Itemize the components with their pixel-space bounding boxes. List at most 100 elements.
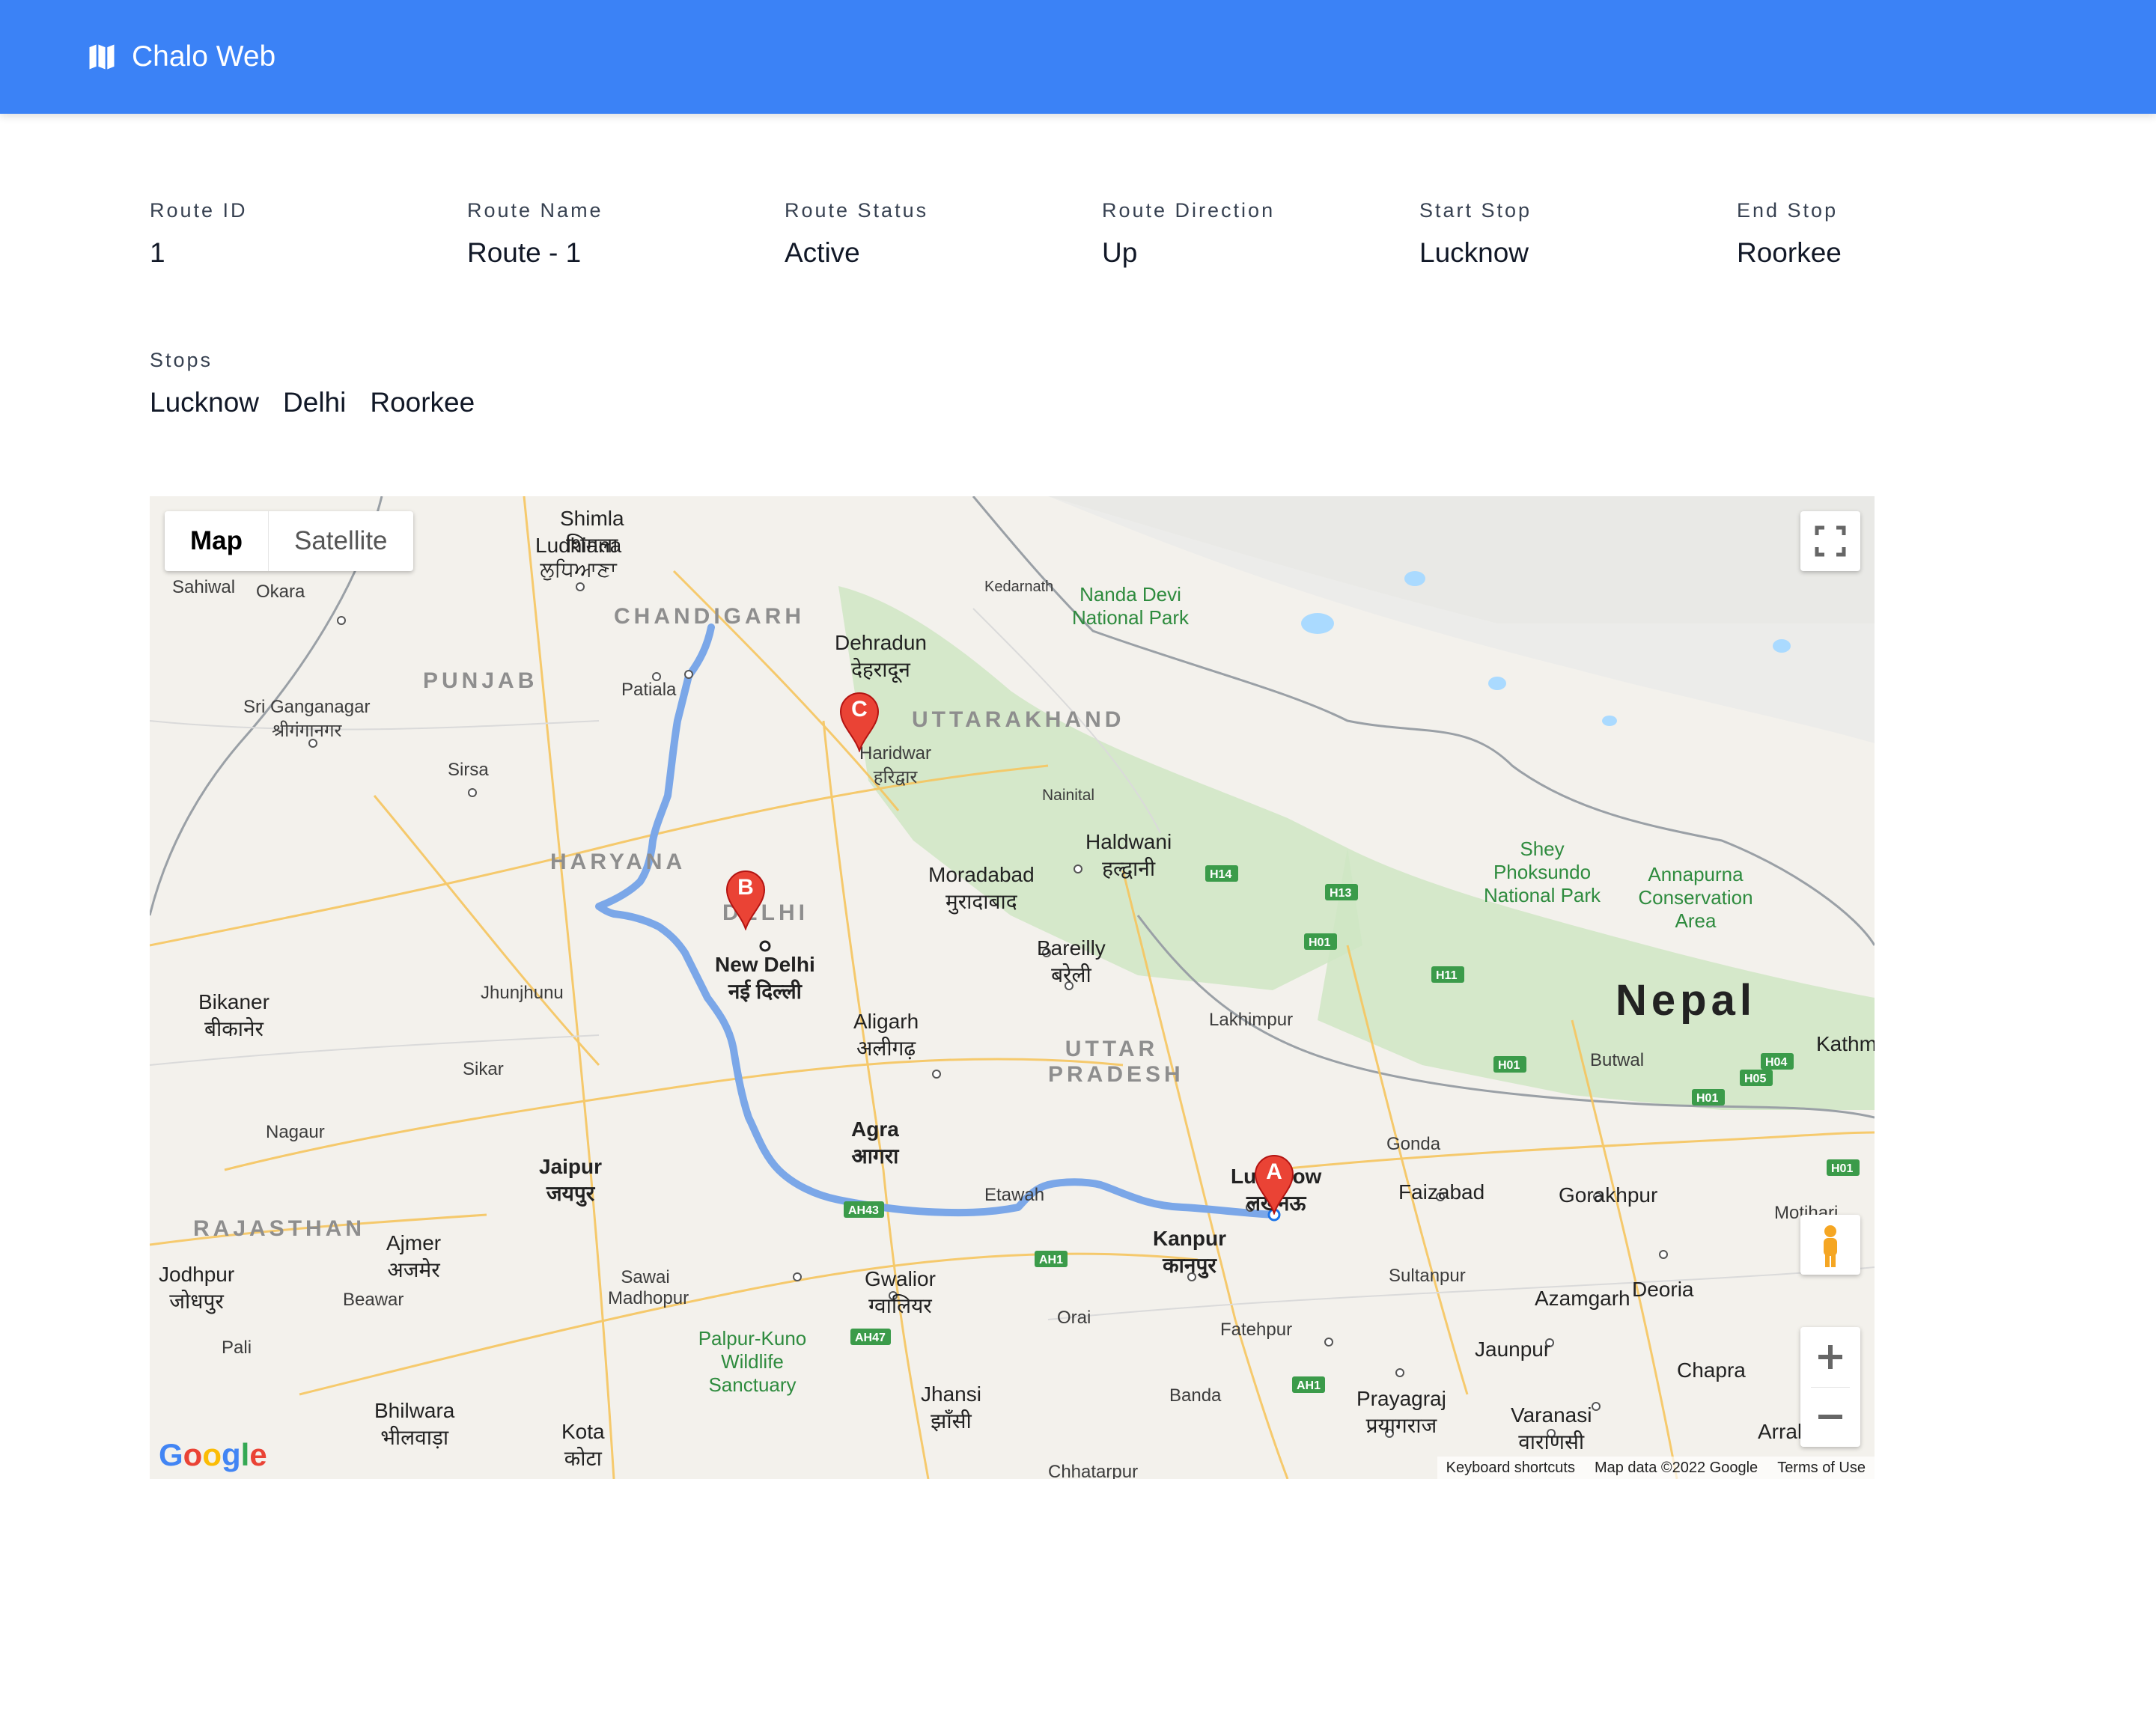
svg-text:AH47: AH47 — [855, 1332, 886, 1344]
route-name-value: Route - 1 — [467, 237, 582, 268]
zoom-in-button[interactable] — [1800, 1327, 1860, 1387]
map-label-sultanpur: Sultanpur — [1389, 1266, 1466, 1286]
route-id-label: Route ID — [150, 199, 248, 222]
street-view-button[interactable] — [1800, 1215, 1860, 1275]
map-type-map-button[interactable]: Map — [165, 511, 269, 571]
map-label-nepal: Nepal — [1616, 976, 1756, 1025]
map-label-ajmer: Ajmer अजमेर — [386, 1231, 442, 1281]
map-label-etawah: Etawah — [984, 1185, 1045, 1205]
map-label-palpur-kuno: Palpur-Kuno Wildlife Sanctuary — [698, 1327, 807, 1396]
map-marker-b[interactable]: B — [725, 870, 766, 932]
svg-text:H01: H01 — [1498, 1059, 1520, 1072]
map-label-beawar: Beawar — [343, 1290, 404, 1310]
svg-text:H05: H05 — [1744, 1073, 1766, 1085]
map-label-pali: Pali — [222, 1338, 252, 1358]
map-label-okara: Okara — [256, 582, 305, 602]
svg-text:H13: H13 — [1330, 887, 1351, 900]
svg-text:H01: H01 — [1309, 936, 1330, 949]
map-logo-icon — [89, 44, 115, 70]
map-marker-a[interactable]: A — [1254, 1155, 1294, 1216]
map-label-lakhimpur: Lakhimpur — [1209, 1010, 1294, 1030]
map-label-nainital: Nainital — [1042, 787, 1095, 804]
stops-list: Lucknow Delhi Roorkee — [150, 387, 475, 418]
zoom-out-button[interactable] — [1800, 1387, 1860, 1447]
svg-text:AH1: AH1 — [1297, 1379, 1321, 1392]
svg-text:AH43: AH43 — [848, 1204, 879, 1217]
map-label-bhilwara: Bhilwara भीलवाड़ा — [374, 1399, 455, 1449]
stop-item: Lucknow — [150, 387, 260, 418]
route-status-field: Route Status Active — [785, 199, 928, 269]
map-label-gwalior: Gwalior ग्वालियर — [865, 1267, 936, 1317]
map-data-attribution: Map data ©2022 Google — [1594, 1459, 1758, 1476]
map-label-kanpur: Kanpur कानपुर — [1153, 1227, 1226, 1277]
map-type-control: Map Satellite — [165, 511, 413, 571]
start-stop-label: Start Stop — [1419, 199, 1532, 222]
map-label-kedarnath: Kedarnath — [984, 579, 1054, 595]
map-label-gorakhpur: Gorakhpur — [1559, 1183, 1658, 1207]
stop-item: Roorkee — [370, 387, 475, 418]
route-map[interactable]: H14 H13 H01 H11 H01 H04 H05 H01 H01 AH43… — [150, 496, 1875, 1479]
map-label-sri-ganganagar: Sri Ganganagar श्रीगंगानगर — [243, 697, 371, 741]
route-direction-label: Route Direction — [1102, 199, 1276, 222]
map-label-punjab: PUNJAB — [423, 668, 538, 693]
map-label-chhatarpur: Chhatarpur — [1048, 1462, 1139, 1479]
top-app-bar: Chalo Web — [0, 0, 2156, 114]
brand[interactable]: Chalo Web — [85, 37, 275, 76]
map-label-rajasthan: RAJASTHAN — [193, 1216, 366, 1241]
map-footer: Keyboard shortcuts Map data ©2022 Google… — [1437, 1457, 1875, 1479]
map-label-jaunpur: Jaunpur — [1475, 1338, 1551, 1361]
marker-label: A — [1266, 1159, 1282, 1184]
svg-text:AH1: AH1 — [1039, 1254, 1063, 1266]
route-direction-value: Up — [1102, 237, 1138, 268]
route-id-value: 1 — [150, 237, 165, 268]
route-status-label: Route Status — [785, 199, 929, 222]
map-label-prayagraj: Prayagraj प्रयागराज — [1356, 1387, 1446, 1437]
map-label-dehradun: Dehradun देहरादून — [835, 631, 927, 681]
stop-item: Delhi — [283, 387, 347, 418]
map-label-kota: Kota कोटा — [561, 1420, 605, 1470]
route-status-value: Active — [785, 237, 860, 268]
map-label-annapurna: Annapurna Conservation Area — [1638, 863, 1753, 932]
marker-label: C — [851, 697, 868, 722]
map-label-ludhiana: Ludhiana ਲੁਧਿਆਣਾ — [535, 534, 622, 581]
map-label-shey: Shey Phoksundo National Park — [1483, 838, 1601, 906]
app-title: Chalo Web — [132, 40, 276, 73]
map-label-sirsa: Sirsa — [448, 760, 489, 780]
zoom-control — [1800, 1327, 1860, 1447]
fullscreen-icon — [1815, 525, 1846, 557]
map-label-sawai-madhopur: Sawai Madhopur — [608, 1267, 689, 1308]
map-label-sahiwal: Sahiwal — [172, 577, 236, 597]
route-name-field: Route Name Route - 1 — [467, 199, 603, 269]
map-label-varanasi: Varanasi वाराणसी — [1511, 1403, 1592, 1454]
map-label-haryana: HARYANA — [550, 850, 686, 874]
svg-text:H01: H01 — [1831, 1162, 1853, 1175]
terms-of-use-link[interactable]: Terms of Use — [1777, 1460, 1866, 1477]
map-marker-c[interactable]: C — [839, 692, 880, 754]
map-label-butwal: Butwal — [1590, 1050, 1645, 1070]
map-label-uttar-pradesh: UTTAR PRADESH — [1048, 1037, 1184, 1087]
marker-label: B — [737, 875, 754, 900]
start-stop-field: Start Stop Lucknow — [1419, 199, 1532, 269]
map-label-gonda: Gonda — [1386, 1134, 1441, 1154]
fullscreen-button[interactable] — [1800, 511, 1860, 571]
route-name-label: Route Name — [467, 199, 603, 222]
svg-text:H01: H01 — [1696, 1092, 1718, 1105]
end-stop-field: End Stop Roorkee — [1737, 199, 1842, 269]
map-label-nagaur: Nagaur — [266, 1122, 325, 1142]
keyboard-shortcuts-link[interactable]: Keyboard shortcuts — [1446, 1460, 1575, 1477]
map-label-jhansi: Jhansi झाँसी — [921, 1382, 981, 1433]
map-label-jodhpur: Jodhpur जोधपुर — [159, 1263, 235, 1313]
map-label-orai: Orai — [1057, 1308, 1091, 1328]
route-direction-field: Route Direction Up — [1102, 199, 1275, 269]
map-type-satellite-button[interactable]: Satellite — [269, 511, 413, 571]
map-label-bareilly: Bareilly बरेली — [1037, 936, 1106, 986]
map-label-faizabad: Faizabad — [1398, 1180, 1485, 1204]
pegman-icon — [1824, 1225, 1837, 1267]
end-stop-label: End Stop — [1737, 199, 1839, 222]
google-logo: Google — [159, 1437, 267, 1472]
map-label-chapra: Chapra — [1677, 1358, 1746, 1382]
map-label-kathmandu: Kathm — [1816, 1032, 1875, 1055]
stops-label: Stops — [150, 349, 213, 371]
start-stop-value: Lucknow — [1419, 237, 1529, 268]
map-label-jhunjhunu: Jhunjhunu — [481, 983, 564, 1003]
